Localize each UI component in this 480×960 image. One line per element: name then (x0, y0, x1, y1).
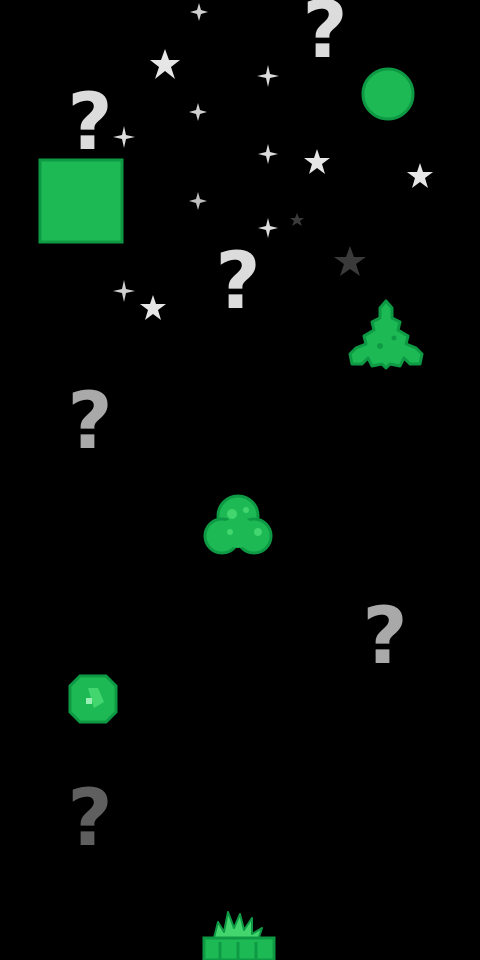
mystery-question-mark: ? (302, 0, 348, 76)
green-gem[interactable] (66, 672, 120, 726)
mystery-question-mark: ? (362, 592, 408, 682)
sparkle-icon (113, 280, 135, 302)
sparkle-icon (190, 3, 208, 21)
pine-tree-icon (348, 299, 424, 370)
sparkle-icon (257, 65, 279, 87)
gem-icon (68, 674, 118, 724)
star-icon (304, 149, 330, 174)
mystery-question-mark: ? (67, 78, 113, 168)
green-pine-tree[interactable] (346, 298, 430, 372)
star-icon (150, 49, 180, 79)
sparkle-icon (189, 192, 207, 210)
sparkle-icon (189, 103, 207, 121)
sparkle-icon (258, 218, 278, 238)
star-icon (290, 213, 304, 226)
grass-plant-icon (202, 911, 276, 960)
cloud-blob-icon (203, 494, 273, 555)
mystery-question-mark: ? (67, 774, 113, 864)
square-block-icon (38, 158, 124, 244)
green-circle-orb[interactable] (360, 66, 416, 122)
star-icon (407, 163, 433, 188)
mystery-question-mark: ? (67, 377, 113, 467)
green-cloud-blob[interactable] (202, 492, 276, 564)
green-grass-plant[interactable] (200, 908, 278, 960)
star-icon (334, 246, 366, 276)
mystery-question-mark: ? (215, 237, 261, 327)
circle-orb-icon (361, 67, 415, 121)
green-square-block[interactable] (38, 158, 124, 244)
star-icon (140, 295, 166, 320)
sparkle-icon (258, 144, 278, 164)
